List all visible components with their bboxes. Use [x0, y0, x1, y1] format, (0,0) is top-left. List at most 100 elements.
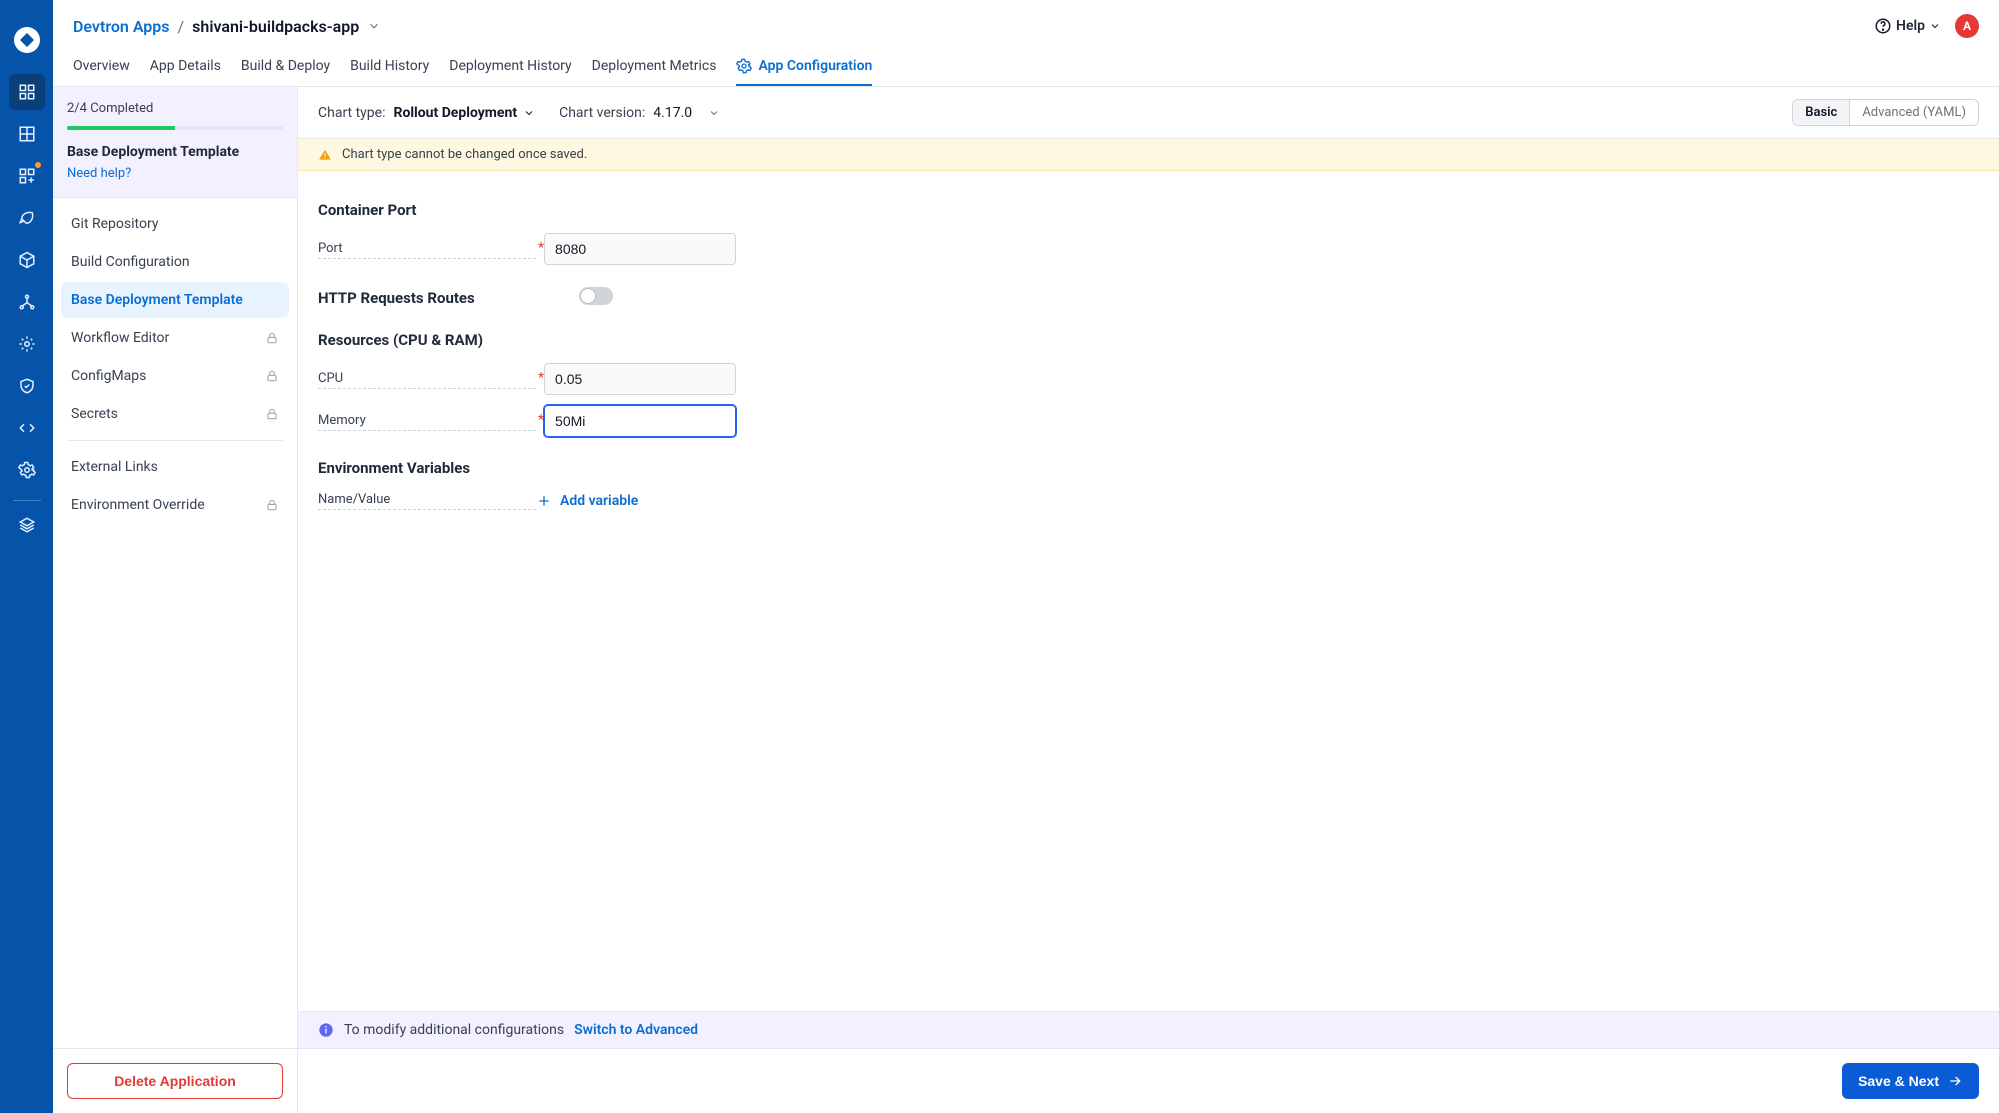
- chevron-down-icon: [1929, 20, 1941, 32]
- delete-app-wrap: Delete Application: [53, 1048, 297, 1113]
- help-icon: [1874, 17, 1892, 35]
- chart-version-label: Chart version:: [559, 105, 645, 121]
- lock-icon: [265, 407, 279, 421]
- user-avatar[interactable]: A: [1955, 14, 1979, 38]
- progress-bar: [67, 126, 283, 130]
- rail-item-nodes[interactable]: [9, 284, 45, 320]
- chart-version-select[interactable]: 4.17.0: [653, 105, 720, 121]
- form-area: Container Port Port* HTTP Requests Route…: [298, 171, 1999, 1011]
- sidebar-item-label: Base Deployment Template: [71, 292, 243, 308]
- nav-tabs: Overview App Details Build & Deploy Buil…: [73, 48, 1979, 86]
- cpu-label: CPU: [318, 371, 536, 389]
- tab-app-configuration-label: App Configuration: [758, 58, 872, 74]
- plus-icon: [536, 493, 552, 509]
- chart-type-select[interactable]: Rollout Deployment: [393, 105, 535, 121]
- tab-deployment-history[interactable]: Deployment History: [449, 48, 571, 86]
- rail-item-store[interactable]: [9, 158, 45, 194]
- status-card-title: Base Deployment Template: [67, 144, 283, 160]
- chart-version-value: 4.17.0: [653, 105, 692, 121]
- rail-item-apps[interactable]: [9, 74, 45, 110]
- devtron-logo: [9, 22, 45, 58]
- sidebar-item-external-links[interactable]: External Links: [61, 449, 289, 485]
- section-resources: Resources (CPU & RAM): [318, 331, 1979, 349]
- breadcrumb: Devtron Apps / shivani-buildpacks-app: [73, 17, 381, 36]
- tab-overview[interactable]: Overview: [73, 48, 130, 86]
- main-panel: Chart type: Rollout Deployment Chart ver…: [298, 87, 1999, 1113]
- rail-item-security[interactable]: [9, 368, 45, 404]
- name-value-label: Name/Value: [318, 492, 536, 510]
- rail-item-charts[interactable]: [9, 116, 45, 152]
- sidebar-item-label: Environment Override: [71, 497, 205, 513]
- notification-dot: [35, 162, 41, 168]
- chevron-down-icon: [523, 107, 535, 119]
- section-http-routes-label: HTTP Requests Routes: [318, 289, 475, 307]
- panel-footer: Save & Next: [298, 1048, 1999, 1113]
- seg-advanced-yaml[interactable]: Advanced (YAML): [1849, 100, 1978, 125]
- sidebar-separator: [67, 440, 283, 441]
- seg-basic[interactable]: Basic: [1793, 100, 1849, 125]
- tab-app-details[interactable]: App Details: [150, 48, 221, 86]
- add-variable-button[interactable]: Add variable: [536, 493, 638, 509]
- rail-separator: [13, 500, 41, 501]
- view-mode-toggle: Basic Advanced (YAML): [1792, 99, 1979, 126]
- breadcrumb-current: shivani-buildpacks-app: [192, 17, 359, 36]
- arrow-right-icon: [1947, 1073, 1963, 1089]
- breadcrumb-root[interactable]: Devtron Apps: [73, 17, 170, 36]
- sidebar-item-environment-override[interactable]: Environment Override: [61, 487, 289, 523]
- chart-type-value: Rollout Deployment: [393, 105, 517, 121]
- page-header: Devtron Apps / shivani-buildpacks-app He…: [53, 0, 1999, 87]
- sidebar-item-label: Secrets: [71, 406, 118, 422]
- rail-item-cube[interactable]: [9, 242, 45, 278]
- help-label: Help: [1896, 18, 1925, 34]
- section-http-routes: HTTP Requests Routes: [318, 287, 1979, 309]
- sidebar-item-label: External Links: [71, 459, 158, 475]
- sidebar-item-build-configuration[interactable]: Build Configuration: [61, 244, 289, 280]
- add-variable-label: Add variable: [560, 493, 638, 509]
- chevron-down-icon: [708, 107, 720, 119]
- port-input[interactable]: [544, 233, 736, 265]
- warning-icon: [318, 148, 332, 162]
- help-menu[interactable]: Help: [1874, 17, 1941, 35]
- sidebar-item-workflow-editor[interactable]: Workflow Editor: [61, 320, 289, 356]
- info-icon: [318, 1022, 334, 1038]
- lock-icon: [265, 369, 279, 383]
- sidebar-item-configmaps[interactable]: ConfigMaps: [61, 358, 289, 394]
- panel-toolbar: Chart type: Rollout Deployment Chart ver…: [298, 87, 1999, 139]
- delete-application-button[interactable]: Delete Application: [67, 1063, 283, 1099]
- chevron-down-icon[interactable]: [367, 19, 381, 33]
- sidebar-item-label: Workflow Editor: [71, 330, 169, 346]
- info-bar: To modify additional configurations Swit…: [298, 1011, 1999, 1048]
- tab-build-history[interactable]: Build History: [350, 48, 429, 86]
- cpu-input[interactable]: [544, 363, 736, 395]
- rail-item-settings[interactable]: [9, 452, 45, 488]
- config-sidebar: 2/4 Completed Base Deployment Template N…: [53, 87, 298, 1113]
- sidebar-item-base-deployment-template[interactable]: Base Deployment Template: [61, 282, 289, 318]
- left-rail: [0, 0, 53, 1113]
- sidebar-item-label: ConfigMaps: [71, 368, 146, 384]
- tab-build-deploy[interactable]: Build & Deploy: [241, 48, 330, 86]
- status-completed-text: 2/4 Completed: [67, 101, 283, 116]
- rail-item-deploy[interactable]: [9, 200, 45, 236]
- gear-icon: [736, 58, 752, 74]
- memory-input[interactable]: [544, 405, 736, 437]
- warning-banner: Chart type cannot be changed once saved.: [298, 139, 1999, 171]
- switch-to-advanced-link[interactable]: Switch to Advanced: [574, 1022, 698, 1038]
- sidebar-item-git-repository[interactable]: Git Repository: [61, 206, 289, 242]
- warning-text: Chart type cannot be changed once saved.: [342, 147, 587, 162]
- sidebar-item-secrets[interactable]: Secrets: [61, 396, 289, 432]
- need-help-link[interactable]: Need help?: [67, 166, 283, 181]
- info-bar-text: To modify additional configurations: [344, 1022, 564, 1038]
- http-routes-toggle[interactable]: [579, 287, 613, 305]
- status-card: 2/4 Completed Base Deployment Template N…: [53, 87, 297, 198]
- save-next-button[interactable]: Save & Next: [1842, 1063, 1979, 1099]
- chart-type-label: Chart type:: [318, 105, 385, 121]
- rail-item-config[interactable]: [9, 326, 45, 362]
- rail-item-code[interactable]: [9, 410, 45, 446]
- sidebar-item-label: Build Configuration: [71, 254, 190, 270]
- breadcrumb-sep: /: [178, 17, 185, 36]
- rail-item-stack[interactable]: [9, 507, 45, 543]
- tab-app-configuration[interactable]: App Configuration: [736, 48, 872, 86]
- tab-deployment-metrics[interactable]: Deployment Metrics: [592, 48, 717, 86]
- sidebar-item-label: Git Repository: [71, 216, 158, 232]
- memory-label: Memory: [318, 413, 536, 431]
